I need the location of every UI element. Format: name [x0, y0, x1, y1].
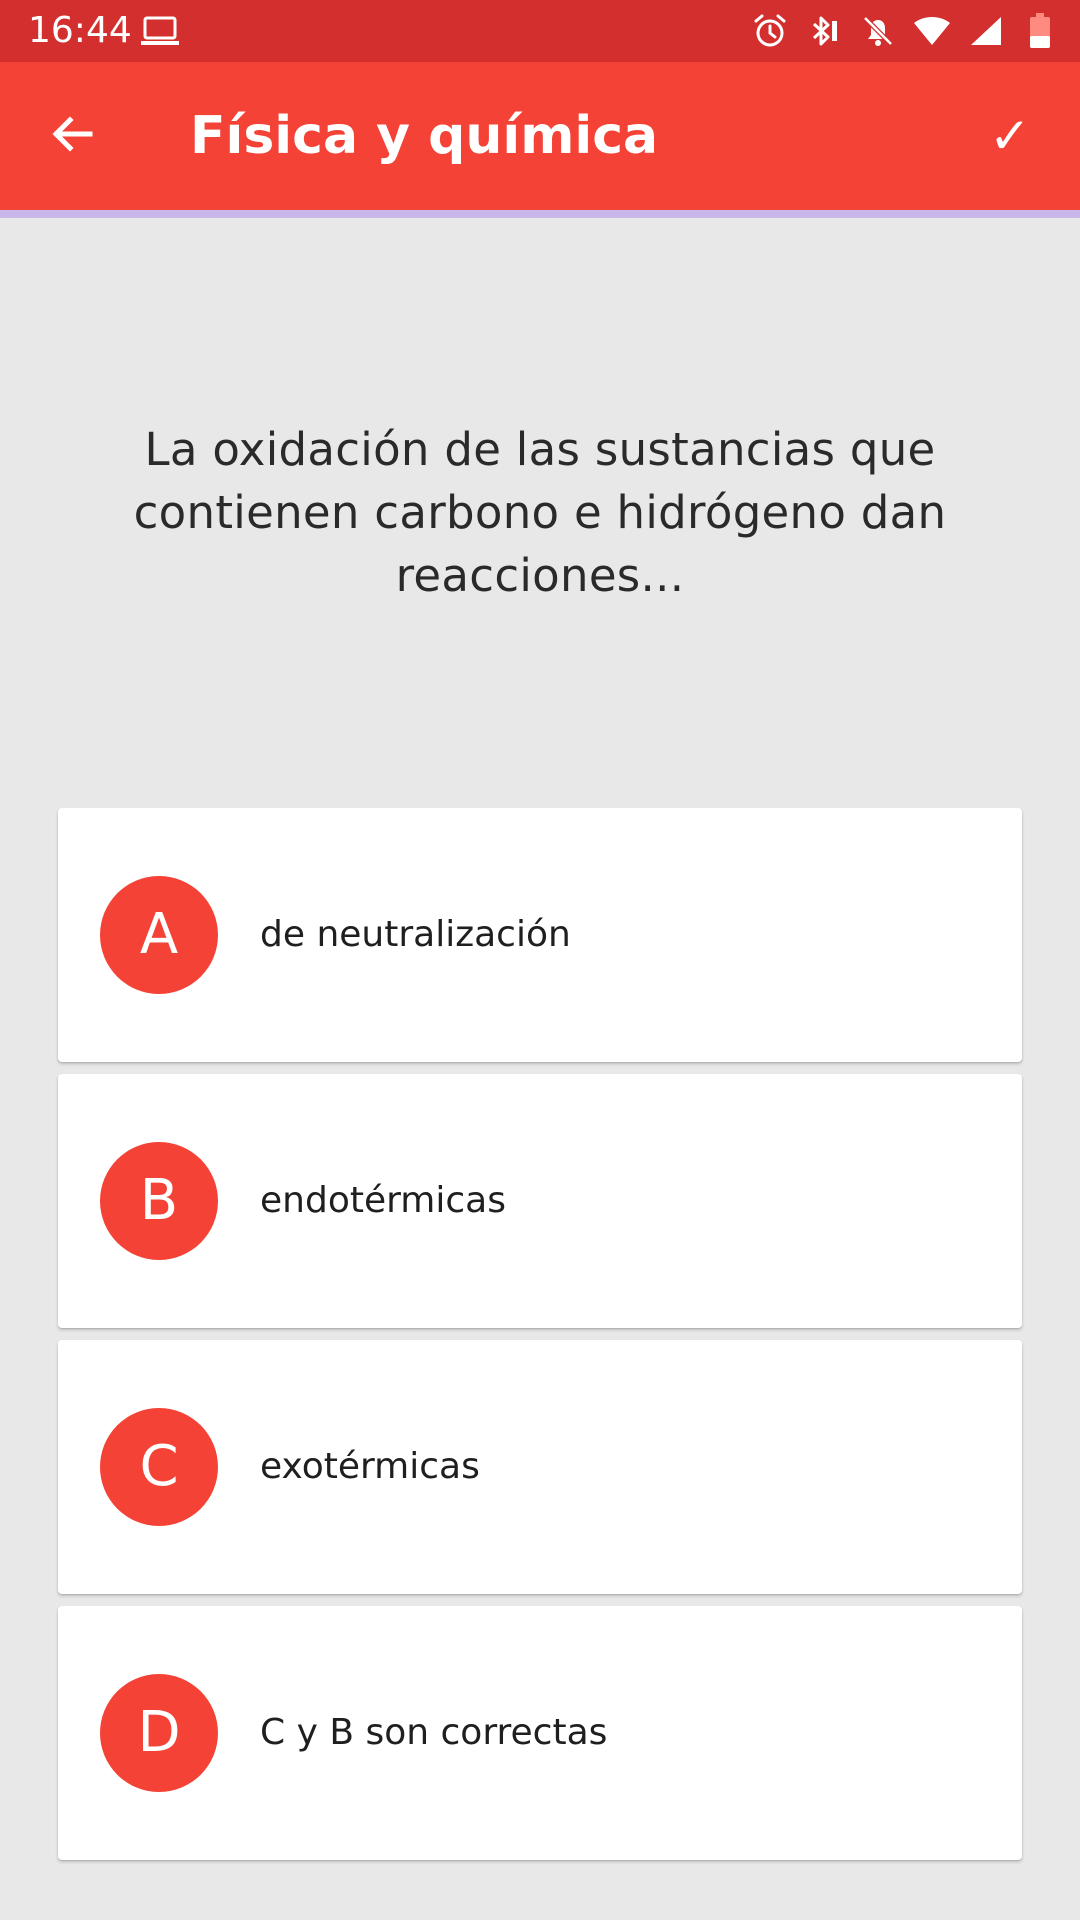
answer-letter-badge: C — [100, 1408, 218, 1526]
notifications-off-icon — [858, 11, 898, 51]
answer-letter-badge: B — [100, 1142, 218, 1260]
answer-letter-badge: D — [100, 1674, 218, 1792]
back-button[interactable] — [44, 108, 100, 164]
alarm-icon — [750, 11, 790, 51]
answer-letter-badge: A — [100, 876, 218, 994]
signal-icon — [966, 11, 1006, 51]
status-bar: 16:44 — [0, 0, 1080, 62]
answer-option-d[interactable]: D C y B son correctas — [58, 1606, 1022, 1860]
answer-option-b[interactable]: B endotérmicas — [58, 1074, 1022, 1328]
status-icons — [750, 10, 1060, 52]
bluetooth-icon — [804, 11, 844, 51]
battery-low-icon — [1020, 11, 1060, 51]
answer-text: C y B son correctas — [260, 1712, 608, 1753]
laptop-icon — [140, 14, 180, 48]
answer-option-c[interactable]: C exotérmicas — [58, 1340, 1022, 1594]
page-title: Física y química — [190, 106, 659, 166]
answer-text: endotérmicas — [260, 1180, 506, 1221]
status-time: 16:44 — [28, 10, 132, 51]
app-bar: Física y química ✓ — [0, 62, 1080, 210]
app-bar-accent-line — [0, 210, 1080, 218]
answer-text: exotérmicas — [260, 1446, 480, 1487]
answer-option-a[interactable]: A de neutralización — [58, 808, 1022, 1062]
question-text: La oxidación de las sustancias que conti… — [133, 423, 947, 602]
answer-text: de neutralización — [260, 914, 571, 955]
confirm-button[interactable]: ✓ — [978, 104, 1042, 168]
arrow-back-icon — [48, 110, 96, 163]
wifi-icon — [912, 11, 952, 51]
